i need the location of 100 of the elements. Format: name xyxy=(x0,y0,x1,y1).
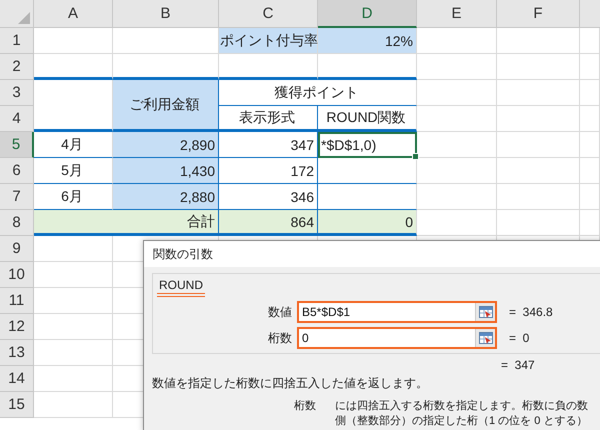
row-header[interactable]: 1 xyxy=(0,28,34,54)
grid-cell[interactable] xyxy=(497,106,580,132)
grid-cell[interactable] xyxy=(34,262,113,288)
grid-cell[interactable] xyxy=(580,54,600,80)
grid-cell[interactable] xyxy=(580,158,600,184)
column-header[interactable]: F xyxy=(497,0,580,28)
grid-cell[interactable] xyxy=(580,210,600,236)
grid-cell[interactable] xyxy=(497,132,580,158)
row-header[interactable]: 11 xyxy=(0,288,34,314)
grid-cell[interactable] xyxy=(417,80,497,106)
table-cell: 346 xyxy=(219,184,318,210)
row-header[interactable]: 10 xyxy=(0,262,34,288)
grid-cell[interactable] xyxy=(417,28,497,54)
grid-cell[interactable] xyxy=(34,340,113,366)
grid-cell[interactable] xyxy=(34,314,113,340)
argument-help-name: 桁数 xyxy=(294,399,317,413)
argument-label: 桁数 xyxy=(268,330,292,346)
row-header[interactable]: 13 xyxy=(0,340,34,366)
grid-cell[interactable] xyxy=(497,210,580,236)
range-select-icon xyxy=(478,332,492,344)
row-header[interactable]: 8 xyxy=(0,210,34,236)
grid-cell[interactable] xyxy=(113,28,219,54)
table-cell: *$D$1,0) xyxy=(318,132,417,158)
column-header[interactable] xyxy=(580,0,600,28)
triangle-icon xyxy=(18,12,30,24)
column-header[interactable]: E xyxy=(417,0,497,28)
grid-cell[interactable] xyxy=(497,54,580,80)
grid-cell[interactable] xyxy=(497,28,580,54)
table-cell: 0 xyxy=(318,210,417,236)
column-header[interactable]: A xyxy=(34,0,113,28)
grid-cell[interactable] xyxy=(580,184,600,210)
grid-cell[interactable] xyxy=(219,54,318,80)
grid-cell[interactable] xyxy=(34,392,113,418)
row-header[interactable]: 4 xyxy=(0,106,34,132)
grid-cell[interactable] xyxy=(417,210,497,236)
grid-cell[interactable] xyxy=(580,80,600,106)
grid-cell[interactable] xyxy=(318,184,417,210)
column-heading: 表示形式 xyxy=(219,106,318,132)
grid-cell[interactable] xyxy=(318,54,417,80)
grid-cell[interactable] xyxy=(34,366,113,392)
dialog-title: 関数の引数 xyxy=(153,246,213,262)
column-heading: ROUND関数 xyxy=(318,106,417,132)
grid-cell[interactable] xyxy=(34,54,113,80)
table-cell: 1,430 xyxy=(113,158,219,184)
grid-cell[interactable] xyxy=(417,184,497,210)
table-cell: 6月 xyxy=(34,184,113,210)
row-header[interactable]: 7 xyxy=(0,184,34,210)
argument-field[interactable]: B5*$D$1 xyxy=(299,303,475,321)
grid-cell[interactable] xyxy=(34,288,113,314)
table-cell: 2,880 xyxy=(113,184,219,210)
row-header[interactable]: 5 xyxy=(0,132,34,158)
range-select-icon xyxy=(478,306,492,318)
table-cell: 864 xyxy=(219,210,318,236)
table-cell: 172 xyxy=(219,158,318,184)
column-header[interactable]: C xyxy=(219,0,318,28)
argument-label: 数値 xyxy=(268,304,292,320)
grid-cell[interactable] xyxy=(318,158,417,184)
grid-cell[interactable] xyxy=(34,236,113,262)
grid-cell[interactable] xyxy=(113,54,219,80)
column-heading: 獲得ポイント xyxy=(219,80,417,106)
grid-cell[interactable] xyxy=(417,158,497,184)
cell-label: 12% xyxy=(318,28,417,54)
row-header[interactable]: 2 xyxy=(0,54,34,80)
row-header[interactable]: 9 xyxy=(0,236,34,262)
table-cell: 4月 xyxy=(34,132,113,158)
table-cell: 5月 xyxy=(34,158,113,184)
grid-cell[interactable] xyxy=(34,106,113,132)
grid-cell[interactable] xyxy=(417,132,497,158)
grid-cell[interactable] xyxy=(417,54,497,80)
table-cell: 合計 xyxy=(34,210,219,236)
argument-field[interactable]: 0 xyxy=(299,329,475,347)
grid-cell[interactable] xyxy=(580,28,600,54)
grid-cell[interactable] xyxy=(417,106,497,132)
grid-cell[interactable] xyxy=(34,28,113,54)
grid-cell[interactable] xyxy=(580,106,600,132)
row-header[interactable]: 12 xyxy=(0,314,34,340)
range-select-button[interactable] xyxy=(475,329,495,347)
function-description: 数値を指定した桁数に四捨五入した値を返します。 xyxy=(152,375,429,392)
argument-result: = 346.8 xyxy=(509,305,554,319)
row-header[interactable]: 6 xyxy=(0,158,34,184)
grid-cell[interactable] xyxy=(497,184,580,210)
row-header[interactable]: 3 xyxy=(0,80,34,106)
grid-cell[interactable] xyxy=(580,132,600,158)
column-header[interactable]: D xyxy=(318,0,417,28)
argument-help-text: 側（整数部分）の指定した桁（1 の位を 0 とする） xyxy=(335,414,588,428)
table-cell: 2,890 xyxy=(113,132,219,158)
table-cell: 347 xyxy=(219,132,318,158)
select-all-button[interactable] xyxy=(0,0,34,28)
grid-cell[interactable] xyxy=(497,80,580,106)
row-header[interactable]: 15 xyxy=(0,392,34,418)
argument-result: = 0 xyxy=(509,331,530,345)
range-select-button[interactable] xyxy=(475,303,495,321)
column-heading: ご利用金額 xyxy=(113,80,219,132)
argument-help-text: には四捨五入する桁数を指定します。桁数に負の数 xyxy=(335,398,589,413)
column-header[interactable]: B xyxy=(113,0,219,28)
grid-cell[interactable] xyxy=(497,158,580,184)
row-header[interactable]: 14 xyxy=(0,366,34,392)
formula-result: = 347 xyxy=(501,358,536,372)
function-name: ROUND xyxy=(157,278,205,297)
cell-label: ポイント付与率 xyxy=(219,28,318,54)
